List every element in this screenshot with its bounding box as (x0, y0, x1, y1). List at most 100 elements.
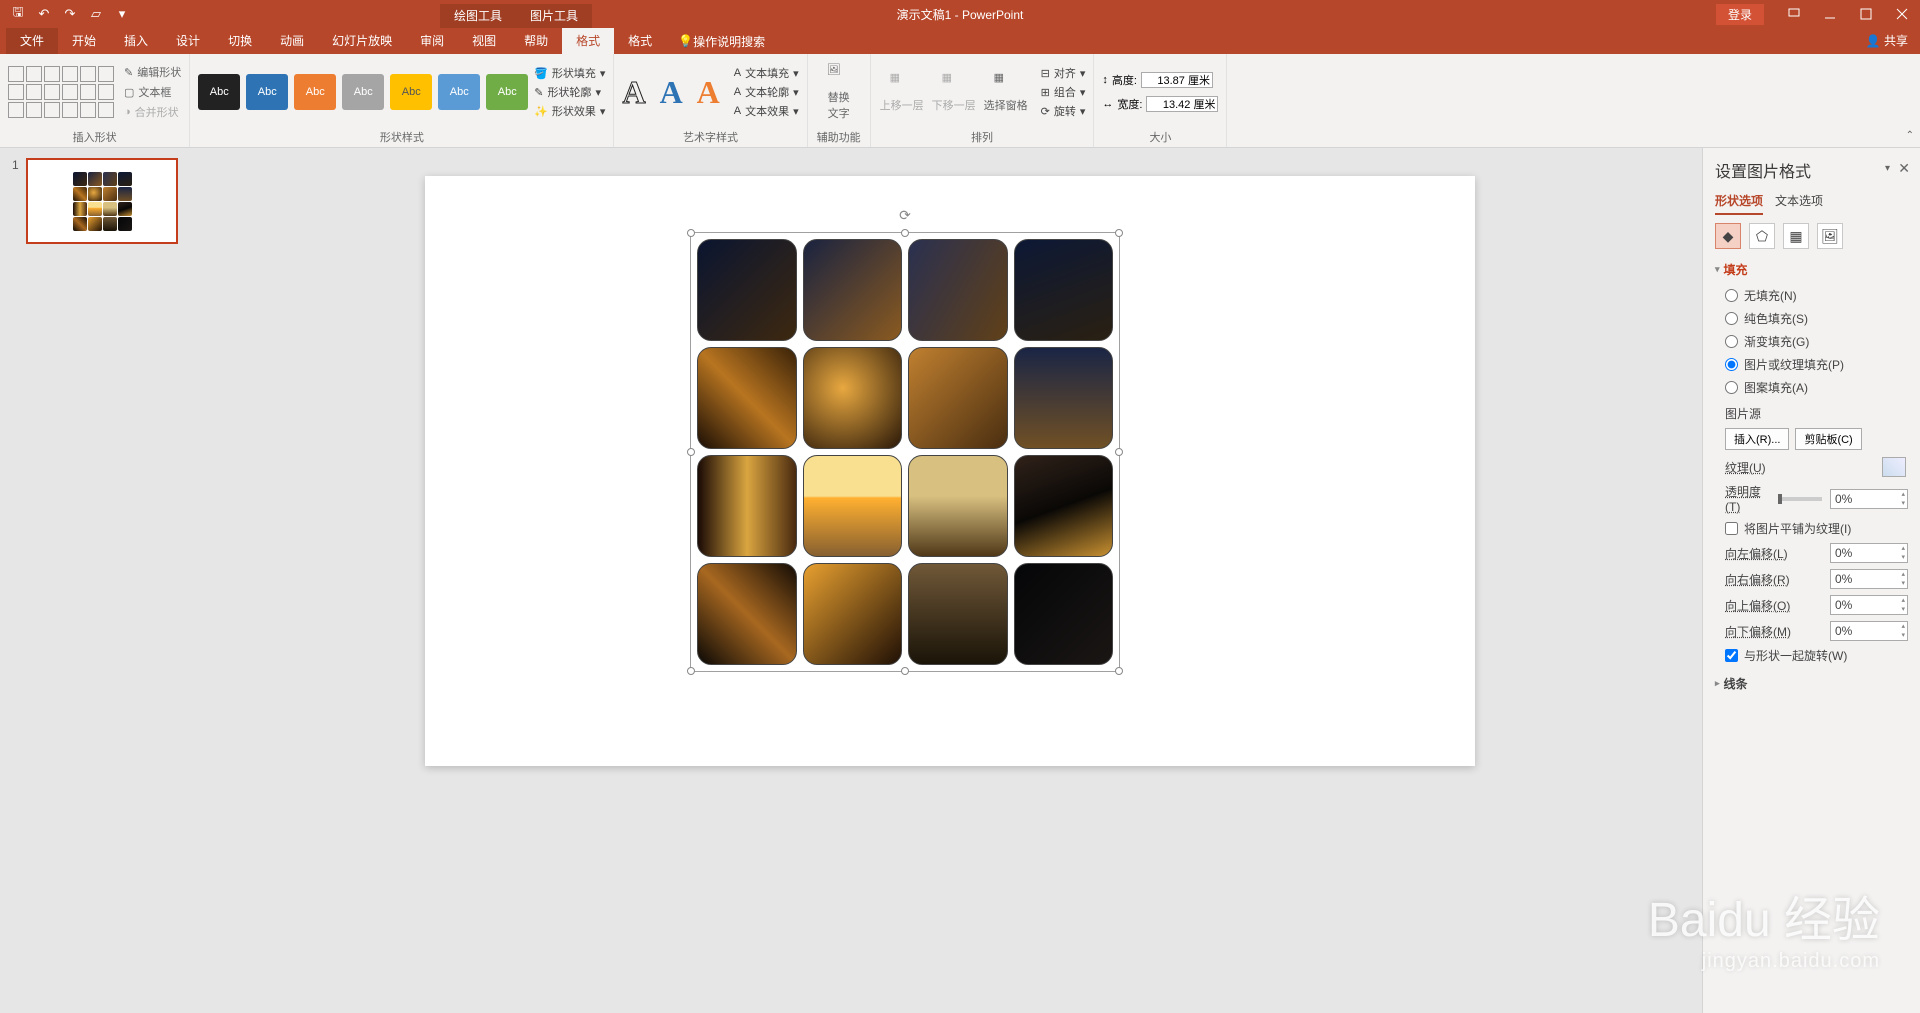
redo-icon[interactable]: ↷ (58, 2, 82, 26)
pane-tab-text-options[interactable]: 文本选项 (1775, 192, 1823, 215)
align-button[interactable]: ⊟ 对齐 ▾ (1041, 65, 1086, 81)
resize-handle[interactable] (901, 667, 909, 675)
size-props-icon[interactable]: ▦ (1783, 223, 1809, 249)
send-backward-button[interactable]: ▦下移一层 (931, 71, 977, 113)
shape-outline-button[interactable]: ✎ 形状轮廓 ▾ (534, 84, 605, 100)
width-input[interactable] (1146, 96, 1218, 112)
save-icon[interactable]: 🖫 (6, 2, 30, 26)
shape-fill-button[interactable]: 🪣 形状填充 ▾ (534, 65, 605, 81)
tab-review[interactable]: 审阅 (406, 28, 458, 54)
group-accessibility: 🖼替换 文字 辅助功能 (808, 54, 871, 147)
tell-me-search[interactable]: 💡 操作说明搜索 (666, 28, 765, 54)
offset-left-input[interactable]: 0% (1830, 543, 1908, 563)
ribbon: ✎ 编辑形状 ▢ 文本框 ◑ 合并形状 插入形状 Abc Abc Abc Abc… (0, 54, 1920, 148)
fill-picture-radio[interactable]: 图片或纹理填充(P) (1715, 353, 1908, 376)
minimize-icon[interactable] (1812, 0, 1848, 28)
effects-icon[interactable]: ⬠ (1749, 223, 1775, 249)
style-swatch[interactable]: Abc (198, 74, 240, 110)
workspace: 1 ⟳ (0, 148, 1920, 1013)
insert-picture-button[interactable]: 插入(R)... (1725, 428, 1789, 450)
pane-menu-icon[interactable]: ▾ (1885, 163, 1890, 174)
clipboard-button[interactable]: 剪贴板(C) (1795, 428, 1861, 450)
selection-pane-button[interactable]: ▦选择窗格 (983, 71, 1029, 113)
shape-effects-button[interactable]: ✨ 形状效果 ▾ (534, 103, 605, 119)
fill-line-icon[interactable]: ◆ (1715, 223, 1741, 249)
transparency-input[interactable]: 0% (1830, 489, 1908, 509)
thumbnail-panel[interactable]: 1 (0, 148, 198, 1013)
transparency-slider[interactable] (1778, 497, 1823, 501)
tab-format-picture[interactable]: 格式 (614, 28, 666, 54)
fill-pattern-radio[interactable]: 图案填充(A) (1715, 376, 1908, 399)
rotate-handle-icon[interactable]: ⟳ (899, 207, 911, 224)
resize-handle[interactable] (1115, 448, 1123, 456)
texture-label: 纹理(U) (1725, 459, 1874, 476)
text-fill-button[interactable]: A 文本填充 ▾ (734, 65, 799, 81)
wordart-gallery[interactable]: A A A (622, 74, 727, 111)
section-fill[interactable]: 填充 (1715, 261, 1908, 278)
selected-shape-group[interactable]: ⟳ (690, 232, 1120, 672)
shape-style-gallery[interactable]: Abc Abc Abc Abc Abc Abc Abc (198, 74, 528, 110)
edit-shape-button[interactable]: ✎ 编辑形状 (124, 64, 181, 80)
share-button[interactable]: 👤 共享 (1866, 28, 1908, 54)
transparency-label: 透明度(T) (1725, 483, 1770, 514)
offset-right-input[interactable]: 0% (1830, 569, 1908, 589)
tab-help[interactable]: 帮助 (510, 28, 562, 54)
fill-gradient-radio[interactable]: 渐变填充(G) (1715, 330, 1908, 353)
tab-home[interactable]: 开始 (58, 28, 110, 54)
style-swatch[interactable]: Abc (294, 74, 336, 110)
context-tab-picture: 图片工具 (516, 4, 592, 28)
tab-view[interactable]: 视图 (458, 28, 510, 54)
picture-icon[interactable]: 🖼 (1817, 223, 1843, 249)
group-label-accessibility: 辅助功能 (816, 126, 862, 147)
tab-file[interactable]: 文件 (6, 28, 58, 54)
tab-format-drawing[interactable]: 格式 (562, 28, 614, 54)
resize-handle[interactable] (1115, 667, 1123, 675)
pane-close-icon[interactable]: ✕ (1898, 160, 1910, 177)
resize-handle[interactable] (687, 667, 695, 675)
start-from-beginning-icon[interactable]: ▱ (84, 2, 108, 26)
text-outline-button[interactable]: A 文本轮廓 ▾ (734, 84, 799, 100)
collapse-ribbon-icon[interactable]: ⌃ (1906, 130, 1914, 141)
bring-forward-button[interactable]: ▦上移一层 (879, 71, 925, 113)
merge-shapes-button[interactable]: ◑ 合并形状 (124, 104, 181, 120)
offset-bottom-input[interactable]: 0% (1830, 621, 1908, 641)
tile-checkbox[interactable]: 将图片平铺为纹理(I) (1715, 517, 1908, 540)
slide[interactable]: ⟳ (425, 176, 1475, 766)
style-swatch[interactable]: Abc (390, 74, 432, 110)
resize-handle[interactable] (687, 448, 695, 456)
style-swatch[interactable]: Abc (438, 74, 480, 110)
tab-animations[interactable]: 动画 (266, 28, 318, 54)
login-button[interactable]: 登录 (1716, 4, 1764, 25)
style-swatch[interactable]: Abc (342, 74, 384, 110)
resize-handle[interactable] (687, 229, 695, 237)
qat-more-icon[interactable]: ▾ (110, 2, 134, 26)
texture-dropdown[interactable] (1882, 457, 1906, 477)
ribbon-display-options-icon[interactable] (1776, 0, 1812, 28)
fill-none-radio[interactable]: 无填充(N) (1715, 284, 1908, 307)
alt-text-button[interactable]: 🖼替换 文字 (816, 63, 862, 121)
tab-insert[interactable]: 插入 (110, 28, 162, 54)
slide-thumb-1[interactable]: 1 (12, 158, 186, 244)
fill-solid-radio[interactable]: 纯色填充(S) (1715, 307, 1908, 330)
offset-top-input[interactable]: 0% (1830, 595, 1908, 615)
shape-gallery[interactable] (8, 66, 114, 118)
style-swatch[interactable]: Abc (486, 74, 528, 110)
pane-tab-shape-options[interactable]: 形状选项 (1715, 192, 1763, 215)
slide-canvas-area[interactable]: ⟳ (198, 148, 1702, 1013)
tab-slideshow[interactable]: 幻灯片放映 (318, 28, 406, 54)
text-effects-button[interactable]: A 文本效果 ▾ (734, 103, 799, 119)
style-swatch[interactable]: Abc (246, 74, 288, 110)
group-button[interactable]: ⊞ 组合 ▾ (1041, 84, 1086, 100)
resize-handle[interactable] (1115, 229, 1123, 237)
height-input[interactable] (1141, 72, 1213, 88)
rotate-with-shape-checkbox[interactable]: 与形状一起旋转(W) (1715, 644, 1908, 667)
textbox-button[interactable]: ▢ 文本框 (124, 84, 181, 100)
section-line[interactable]: 线条 (1715, 675, 1908, 692)
rotate-button[interactable]: ⟳ 旋转 ▾ (1041, 103, 1086, 119)
resize-handle[interactable] (901, 229, 909, 237)
undo-icon[interactable]: ↶ (32, 2, 56, 26)
maximize-icon[interactable] (1848, 0, 1884, 28)
tab-design[interactable]: 设计 (162, 28, 214, 54)
tab-transitions[interactable]: 切换 (214, 28, 266, 54)
close-icon[interactable] (1884, 0, 1920, 28)
